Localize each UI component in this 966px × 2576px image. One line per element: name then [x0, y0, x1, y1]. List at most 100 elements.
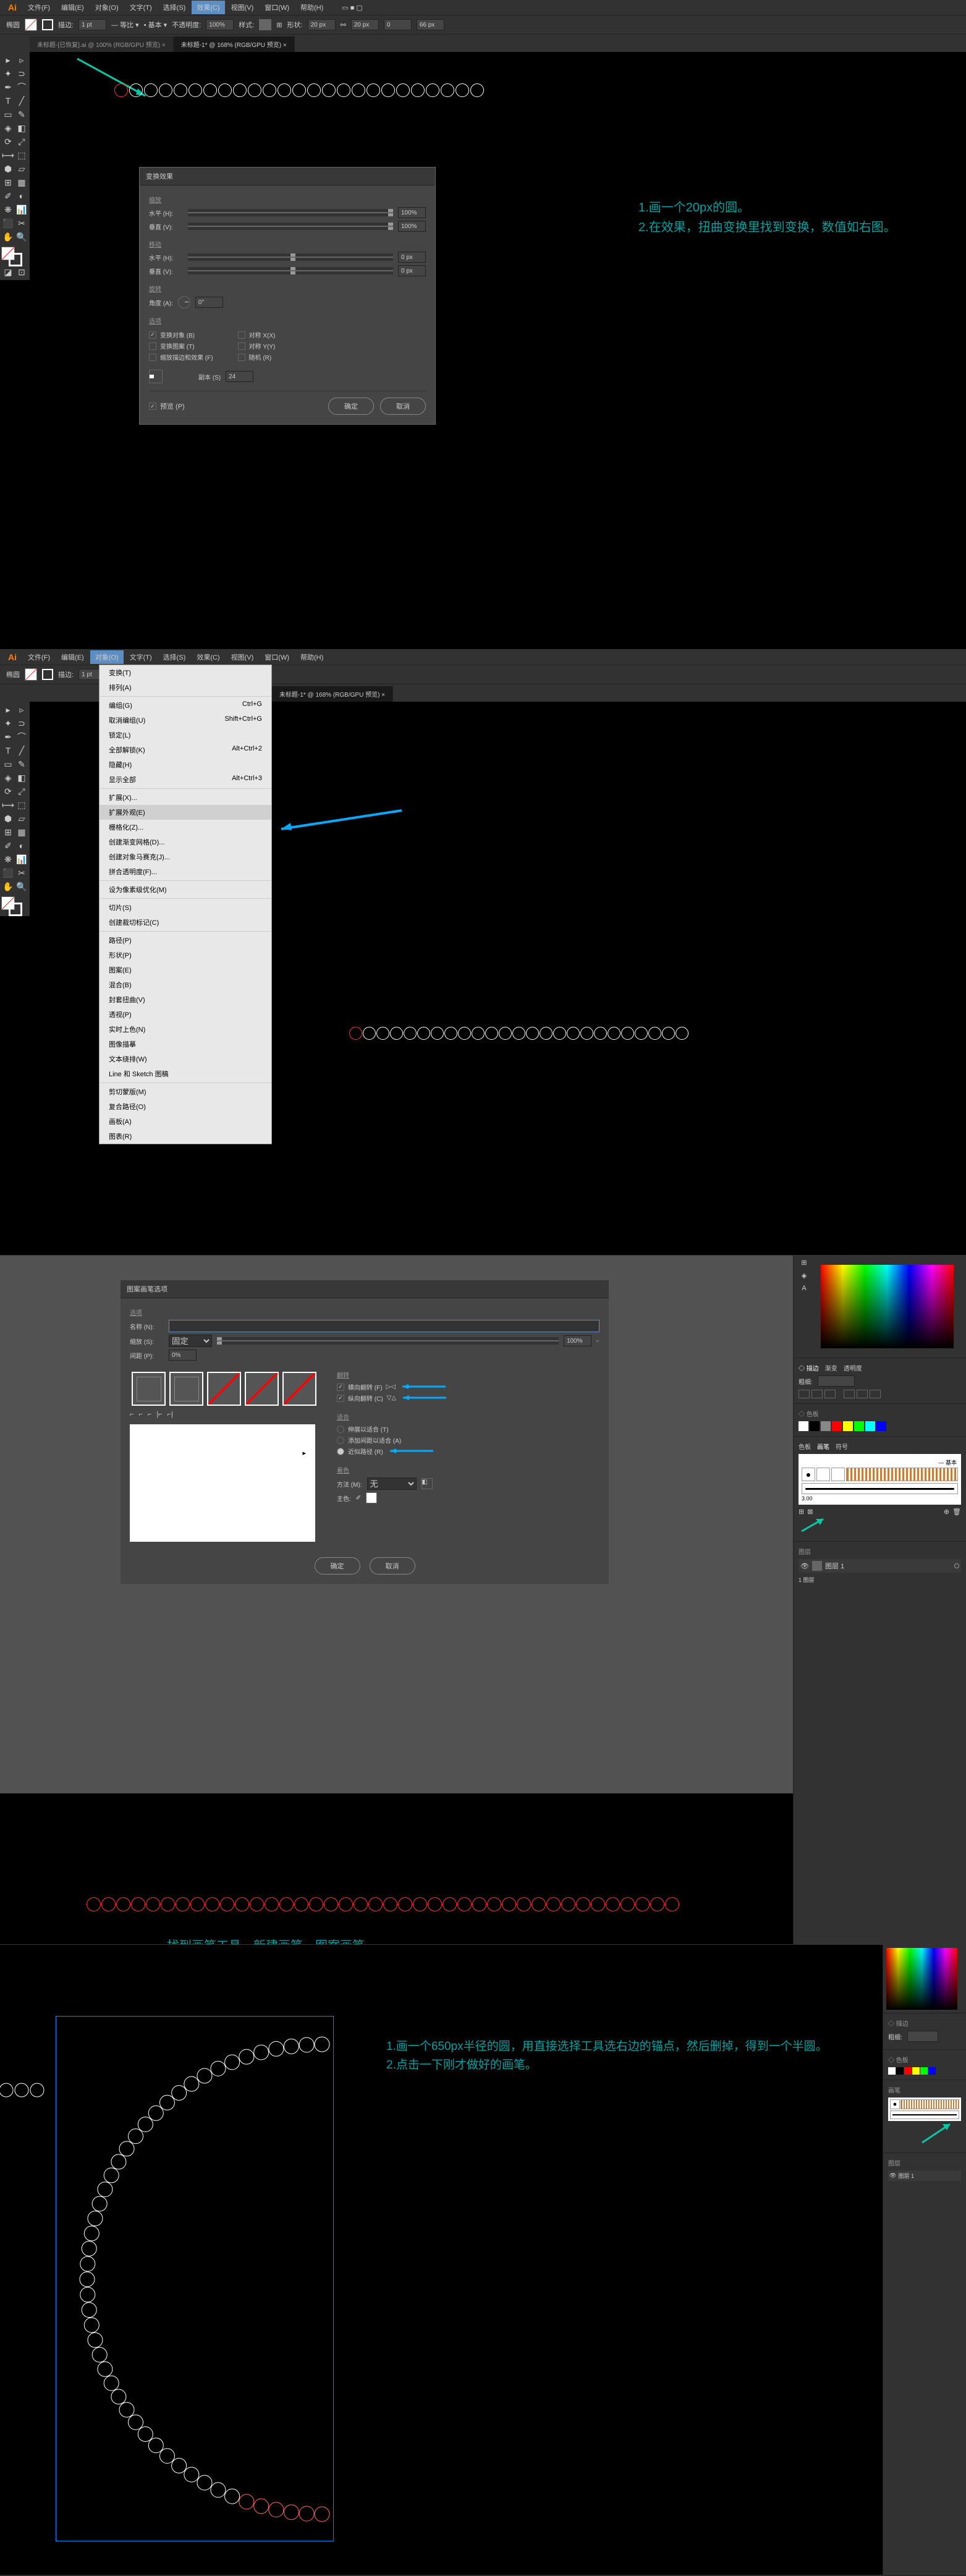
menu-item[interactable]: 扩展(X)... — [100, 790, 271, 805]
basic-dropdown[interactable]: • 基本 ▾ — [144, 20, 167, 30]
angle-value[interactable] — [195, 297, 223, 308]
doc-tab[interactable]: 未标题-1* @ 168% (RGB/GPU 预览) × — [272, 686, 393, 702]
hand-tool[interactable]: ✋ — [1, 230, 15, 244]
swatch[interactable] — [896, 2067, 904, 2075]
swatch[interactable] — [912, 2067, 920, 2075]
stroke-swatch[interactable] — [42, 19, 53, 30]
scale-value[interactable] — [564, 1335, 591, 1346]
line-tool[interactable]: ╱ — [15, 744, 28, 757]
eyedropper-tool[interactable]: ✐ — [1, 189, 15, 203]
swatch[interactable] — [928, 2067, 936, 2075]
swatch[interactable] — [865, 1421, 875, 1431]
scale-slider[interactable] — [217, 1337, 559, 1345]
mesh-tool[interactable]: ⊞ — [1, 825, 15, 839]
menu-view[interactable]: 视图(V) — [226, 650, 259, 664]
menu-object[interactable]: 对象(O) — [90, 650, 124, 664]
layer-name[interactable]: 图层 1 — [825, 1561, 844, 1571]
menu-select[interactable]: 选择(S) — [158, 1, 191, 14]
angle-dial[interactable] — [178, 296, 190, 308]
menu-item[interactable]: 创建裁切标记(C) — [100, 915, 271, 930]
menu-help[interactable]: 帮助(H) — [295, 650, 328, 664]
circle-selected[interactable] — [114, 83, 128, 97]
fill-stroke-selector[interactable] — [1, 896, 28, 915]
menu-edit[interactable]: 编辑(E) — [56, 1, 89, 14]
vert-slider[interactable] — [188, 223, 393, 230]
brush-tool[interactable]: ✎ — [15, 757, 28, 771]
swatch[interactable] — [799, 1421, 808, 1431]
menu-item[interactable]: 锁定(L) — [100, 728, 271, 742]
menu-type[interactable]: 文字(T) — [125, 650, 157, 664]
perspective-tool[interactable]: ▱ — [15, 812, 28, 825]
menu-item[interactable]: 扩展外观(E) — [100, 805, 271, 820]
tile-inner-corner[interactable] — [207, 1372, 241, 1406]
menu-item[interactable]: 图像描摹 — [100, 1037, 271, 1052]
menu-item[interactable]: 形状(P) — [100, 948, 271, 963]
gradient-tool[interactable]: ▦ — [15, 176, 28, 189]
artboard-tool[interactable]: ⬛ — [1, 216, 15, 230]
brush-stroke-preview[interactable] — [802, 1483, 958, 1494]
magic-wand-tool[interactable]: ✦ — [1, 716, 15, 730]
library-icon[interactable]: ⊞ — [799, 1508, 804, 1516]
cancel-button[interactable]: 取消 — [380, 397, 426, 415]
width-tool[interactable]: ⟼ — [1, 798, 15, 812]
width-tool[interactable]: ⟼ — [1, 148, 15, 162]
menu-select[interactable]: 选择(S) — [158, 650, 191, 664]
corner-miter[interactable] — [844, 1390, 855, 1398]
scale-stroke-checkbox[interactable] — [149, 354, 156, 361]
add-space-radio[interactable] — [337, 1437, 344, 1444]
brush-thumb[interactable] — [831, 1468, 845, 1481]
horiz-slider[interactable] — [188, 209, 393, 216]
tile-outer-corner[interactable] — [132, 1372, 166, 1406]
swatch[interactable] — [854, 1421, 864, 1431]
menu-item[interactable]: 创建渐变网格(D)... — [100, 835, 271, 849]
doc-tab-1[interactable]: 未标题-[已恢复].ai @ 100% (RGB/GPU 预览) × — [30, 36, 174, 52]
link-icon[interactable]: ⚯ — [341, 21, 346, 29]
transparency-tab[interactable]: 透明度 — [844, 1363, 862, 1372]
free-transform-tool[interactable]: ⬚ — [15, 148, 28, 162]
swatch[interactable] — [810, 1421, 820, 1431]
menu-item[interactable]: 文本绕排(W) — [100, 1052, 271, 1066]
height-input[interactable] — [351, 19, 379, 30]
fill-swatch[interactable] — [25, 19, 37, 31]
ok-button[interactable]: 确定 — [328, 397, 374, 415]
lasso-tool[interactable]: ⊃ — [15, 67, 28, 80]
layer-thumb[interactable] — [812, 1561, 822, 1571]
move-vert-value[interactable] — [398, 265, 426, 276]
menu-window[interactable]: 窗口(W) — [260, 650, 294, 664]
magic-wand-tool[interactable]: ✦ — [1, 67, 15, 80]
pen-tool[interactable]: ✒ — [1, 80, 15, 94]
swatch[interactable] — [821, 1421, 831, 1431]
panel-icon[interactable]: ◈ — [802, 1272, 807, 1280]
opacity-input[interactable] — [206, 19, 234, 30]
eyedropper-icon[interactable]: ✐ — [356, 1495, 361, 1502]
approx-path-radio[interactable] — [337, 1448, 344, 1455]
symbols-tab[interactable]: 符号 — [836, 1442, 848, 1451]
brush-pattern-thumb[interactable] — [846, 1468, 958, 1481]
corner-round[interactable] — [857, 1390, 868, 1398]
target-icon[interactable] — [954, 1563, 959, 1568]
align-icon[interactable]: ⊞ — [276, 21, 282, 29]
origin-selector[interactable] — [149, 370, 163, 383]
transform-obj-checkbox[interactable] — [149, 331, 156, 339]
curvature-tool[interactable]: ⌒ — [15, 80, 28, 94]
menu-item[interactable]: 透视(P) — [100, 1007, 271, 1022]
blend-tool[interactable]: ◐ — [15, 839, 28, 852]
vert-value[interactable] — [398, 221, 426, 232]
brush-thumb[interactable] — [816, 1468, 830, 1481]
menu-item[interactable]: Line 和 Sketch 图稿 — [100, 1066, 271, 1081]
menu-item[interactable]: 切片(S) — [100, 900, 271, 915]
menu-edit[interactable]: 编辑(E) — [56, 650, 89, 664]
delete-icon[interactable]: 🗑 — [952, 1508, 961, 1516]
fill-swatch[interactable] — [25, 668, 37, 681]
menu-item[interactable]: 剪切蒙版(M) — [100, 1084, 271, 1099]
shape-builder-tool[interactable]: ⬢ — [1, 162, 15, 176]
scale-tool[interactable]: ⤢ — [15, 784, 28, 798]
menu-item[interactable]: 变换(T) — [100, 665, 271, 680]
menu-window[interactable]: 窗口(W) — [260, 1, 294, 14]
menu-view[interactable]: 视图(V) — [226, 1, 259, 14]
horiz-value[interactable] — [398, 207, 426, 218]
menu-item[interactable]: 栅格化(Z)... — [100, 820, 271, 835]
rectangle-tool[interactable]: ▭ — [1, 757, 15, 771]
menu-type[interactable]: 文字(T) — [125, 1, 157, 14]
method-dropdown[interactable]: 无 — [367, 1477, 417, 1490]
